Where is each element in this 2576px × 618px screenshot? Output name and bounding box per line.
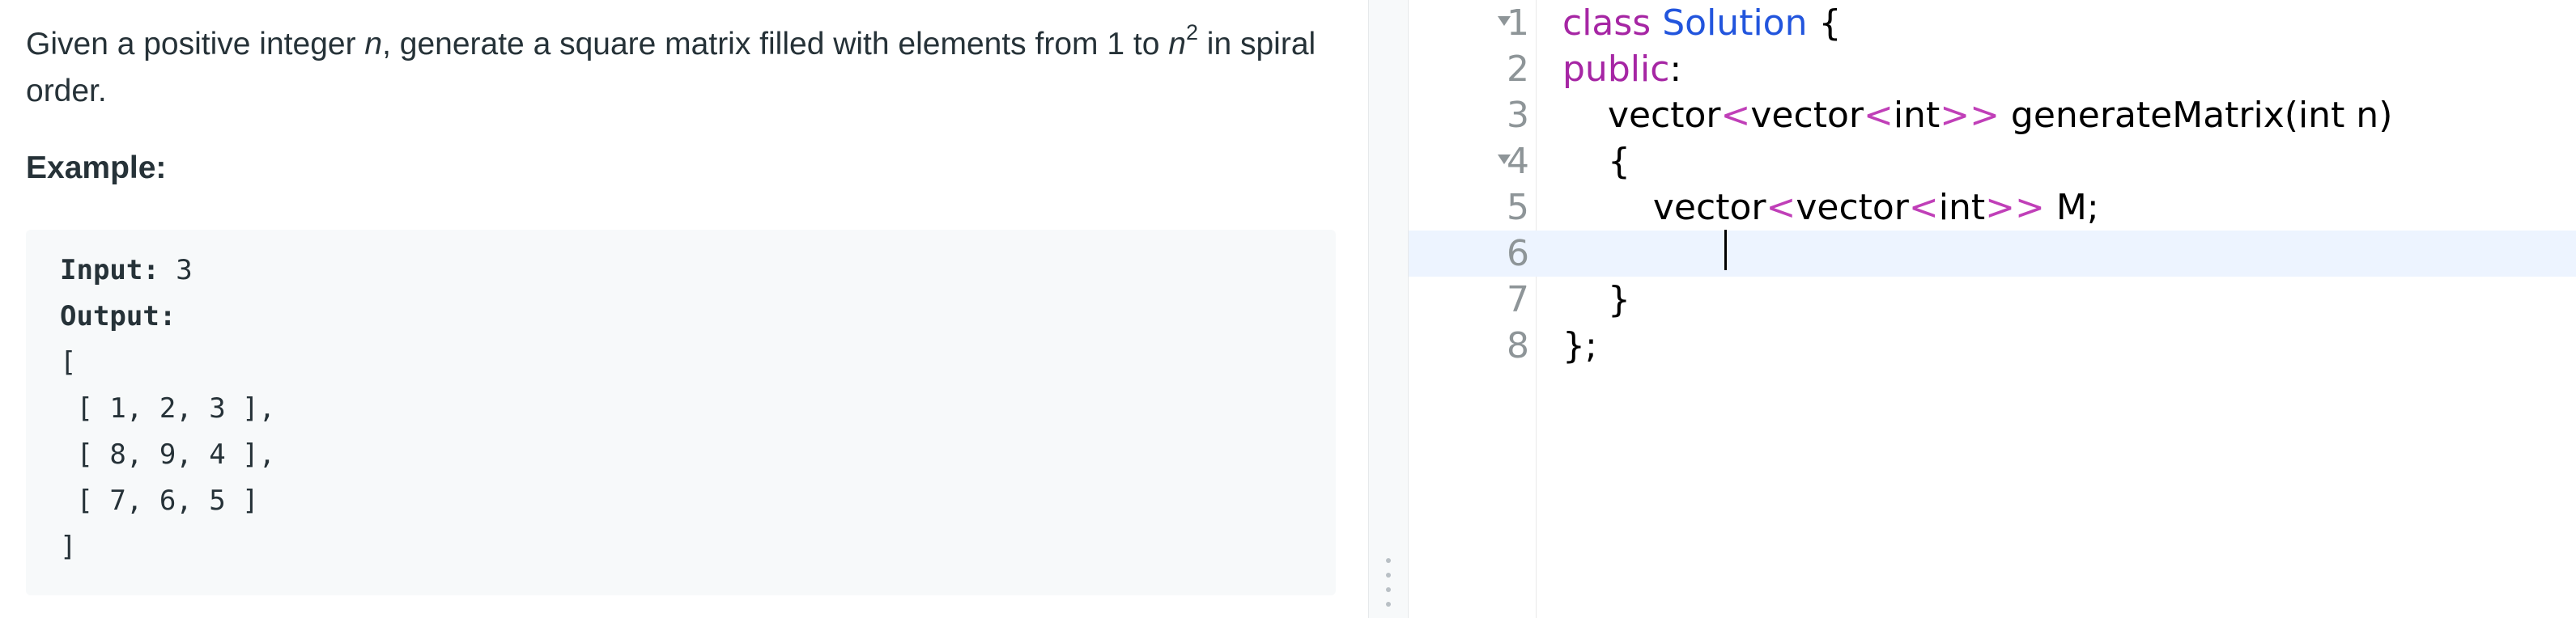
line-number: 6 [1507,233,1529,274]
code-token: { [1807,2,1842,44]
code-token: vector [1562,95,1721,136]
output-row: ] [60,531,77,563]
code-token: { [1562,141,1630,182]
class-name-token: Solution [1662,2,1808,44]
code-token: generateMatrix(int n) [1999,95,2393,136]
statement-text: Given a positive integer [26,27,365,61]
code-editor[interactable]: 1 class Solution {2 public: 3 vector<vector… [1409,0,2576,618]
grip-dot [1386,558,1391,563]
code-line[interactable]: 5 vector<vector<int>> M; [1409,184,2576,231]
code-text [1562,231,1653,277]
input-label: Input: [60,254,159,286]
statement-text: , generate a square matrix filled with e… [382,27,1169,61]
problem-description-panel: Given a positive integer n, generate a s… [0,0,1368,618]
code-line[interactable]: 4 { [1409,138,2576,184]
output-row: [ 7, 6, 5 ] [60,485,259,517]
grip-dot [1386,602,1391,607]
code-token: int [1893,95,1941,136]
keyword-token: public [1562,49,1670,90]
grip-dot [1386,573,1391,578]
code-token: vector [1796,187,1909,228]
code-line[interactable]: 2 public: [1409,46,2576,92]
line-number: 2 [1507,49,1529,90]
code-token: }; [1562,325,1597,366]
grip-dot [1386,587,1391,592]
panel-resize-handle[interactable] [1368,0,1409,618]
line-number: 5 [1507,187,1529,228]
angle-bracket-token: < [1863,95,1894,136]
line-number: 7 [1507,279,1529,320]
fold-arrow-icon[interactable] [1498,154,1511,164]
line-number: 4 [1507,141,1529,182]
line-number: 1 [1507,2,1529,44]
example-heading: Example: [26,150,167,185]
example-content: Input: 3 Output: [ [ 1, 2, 3 ], [ 8, 9, … [60,248,275,570]
output-row: [ [60,346,77,379]
problem-statement: Given a positive integer n, generate a s… [26,21,1337,115]
code-line[interactable]: 3 vector<vector<int>> generateMatrix(int… [1409,92,2576,138]
angle-bracket-token: < [1908,187,1939,228]
code-token: int [1938,187,1986,228]
code-token: M; [2044,187,2099,228]
code-text: vector<vector<int>> generateMatrix(int n… [1562,92,2392,138]
angle-bracket-token: >> [1985,187,2045,228]
code-line[interactable]: 1 class Solution { [1409,0,2576,46]
code-text: }; [1562,323,1597,369]
exponent: 2 [1185,20,1198,44]
angle-bracket-token: >> [1940,95,2000,136]
code-text: { [1562,138,1630,184]
code-text: class Solution { [1562,0,1841,46]
output-label: Output: [60,300,176,332]
code-line[interactable]: 6 [1409,231,2576,277]
fold-arrow-icon[interactable] [1498,16,1511,26]
code-token: vector [1750,95,1864,136]
text-cursor [1724,230,1727,270]
code-line[interactable]: 7 } [1409,277,2576,323]
output-row: [ 1, 2, 3 ], [60,392,276,425]
code-text: public: [1562,46,1681,92]
line-number: 3 [1507,95,1529,136]
code-token: } [1562,279,1630,320]
line-number: 8 [1507,325,1529,366]
input-value: 3 [159,254,193,286]
code-token: : [1669,49,1682,90]
code-line[interactable]: 8}; [1409,323,2576,369]
code-text: } [1562,277,1630,323]
output-row: [ 8, 9, 4 ], [60,438,276,471]
variable-n: n [364,27,383,61]
angle-bracket-token: < [1720,95,1751,136]
code-token: vector [1562,187,1766,228]
code-text: vector<vector<int>> M; [1562,184,2099,231]
angle-bracket-token: < [1766,187,1796,228]
variable-n: n [1168,27,1186,61]
keyword-token: class [1562,2,1651,44]
example-code-block: Input: 3 Output: [ [ 1, 2, 3 ], [ 8, 9, … [26,230,1336,595]
